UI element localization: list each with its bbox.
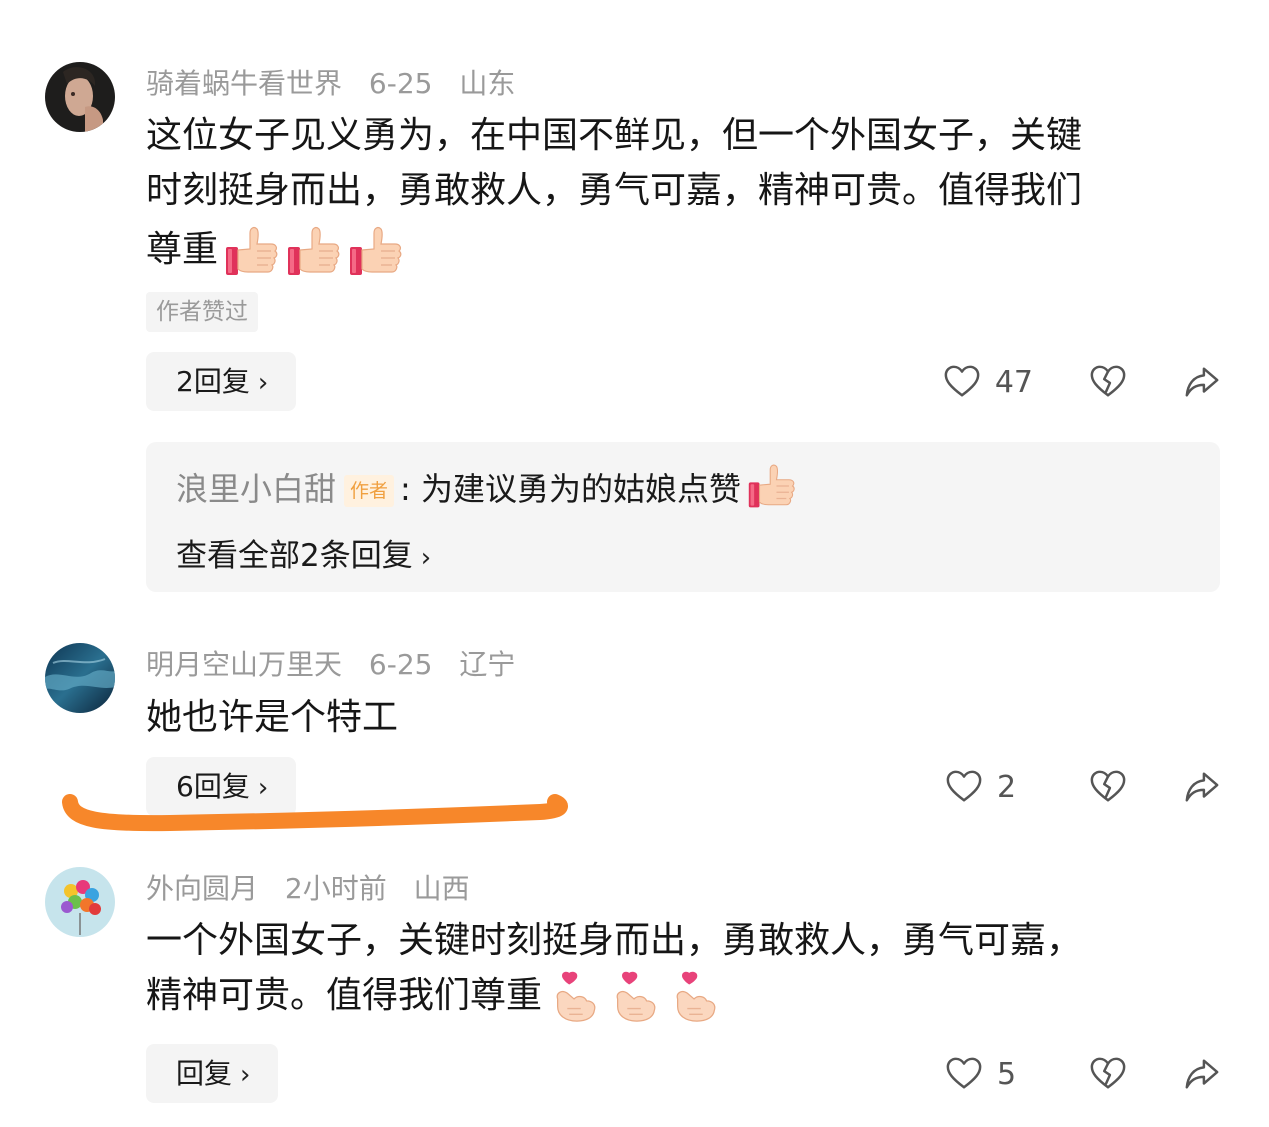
comment-text-line: 一个外国女子，关键时刻挺身而出，勇敢救人，勇气可嘉， — [146, 920, 1083, 961]
sub-reply-panel[interactable]: 浪里小白甜 作者: 为建议勇为的姑娘点赞 查看全部2条回复 › — [146, 442, 1220, 592]
thumbs-up-icon — [747, 461, 797, 511]
like-button[interactable]: 5 — [945, 1055, 1033, 1093]
view-all-replies-label: 查看全部2条回复 — [176, 538, 413, 574]
finger-heart-icon — [608, 970, 662, 1024]
comment-text-line: 她也许是个特工 — [146, 697, 399, 738]
heart-icon — [943, 363, 981, 401]
share-button[interactable] — [1183, 363, 1221, 401]
like-button[interactable]: 47 — [943, 363, 1033, 401]
like-count: 5 — [997, 1056, 1017, 1092]
avatar[interactable] — [45, 867, 115, 937]
comment-meta: 外向圆月 2小时前 山西 — [146, 867, 488, 907]
comment-location: 辽宁 — [459, 648, 516, 681]
comment-text-line: 尊重 — [146, 229, 219, 270]
heart-icon — [945, 768, 983, 806]
thumbs-up-icon — [348, 223, 404, 279]
reply-button[interactable]: 2回复 › — [146, 352, 297, 411]
comment-text-line: 精神可贵。值得我们尊重 — [146, 975, 543, 1016]
username[interactable]: 明月空山万里天 — [146, 648, 342, 681]
comment-meta: 骑着蜗牛看世界 6-25 山东 — [146, 62, 533, 102]
comment-actions: 47 — [943, 362, 1221, 402]
comment-text-line: 这位女子见义勇为，在中国不鲜见，但一个外国女子，关键 — [146, 115, 1083, 156]
comment-date: 2小时前 — [284, 872, 387, 905]
dislike-button[interactable] — [1089, 768, 1127, 806]
comment-actions: 5 — [945, 1054, 1221, 1094]
annotation-underline — [62, 794, 568, 832]
sub-reply-separator: : — [400, 470, 411, 508]
like-count: 47 — [994, 364, 1033, 400]
share-arrow-icon — [1183, 1055, 1221, 1093]
share-arrow-icon — [1183, 768, 1221, 806]
reply-button-label: 回复 — [176, 1057, 233, 1090]
comment-text-line: 时刻挺身而出，勇敢救人，勇气可嘉，精神可贵。值得我们 — [146, 170, 1083, 211]
comment-date: 6-25 — [368, 648, 433, 681]
share-button[interactable] — [1183, 1055, 1221, 1093]
broken-heart-icon — [1089, 768, 1127, 806]
thumbs-up-icon — [286, 223, 342, 279]
comment-location: 山西 — [413, 872, 470, 905]
comment-date: 6-25 — [368, 67, 433, 100]
broken-heart-icon — [1089, 1055, 1127, 1093]
chevron-right-icon: › — [240, 1060, 251, 1090]
avatar[interactable] — [45, 643, 115, 713]
sub-reply: 浪里小白甜 作者: 为建议勇为的姑娘点赞 — [176, 464, 797, 511]
reply-button-label: 2回复 — [176, 365, 250, 398]
avatar[interactable] — [45, 62, 115, 132]
username[interactable]: 骑着蜗牛看世界 — [146, 67, 342, 100]
heart-icon — [945, 1055, 983, 1093]
comment-text: 一个外国女子，关键时刻挺身而出，勇敢救人，勇气可嘉， 精神可贵。值得我们尊重 — [146, 913, 1206, 1024]
comment-actions: 2 — [945, 767, 1221, 807]
broken-heart-icon — [1089, 363, 1127, 401]
sub-reply-username[interactable]: 浪里小白甜 — [176, 470, 336, 508]
author-badge: 作者 — [344, 475, 395, 507]
like-count: 2 — [997, 769, 1017, 805]
view-all-replies-link[interactable]: 查看全部2条回复 › — [176, 530, 431, 575]
finger-heart-icon — [548, 970, 602, 1024]
comment-meta: 明月空山万里天 6-25 辽宁 — [146, 643, 533, 683]
comment-text: 这位女子见义勇为，在中国不鲜见，但一个外国女子，关键 时刻挺身而出，勇敢救人，勇… — [146, 108, 1206, 279]
username[interactable]: 外向圆月 — [146, 872, 258, 905]
thumbs-up-icon — [224, 223, 280, 279]
sub-reply-text: 为建议勇为的姑娘点赞 — [420, 470, 741, 508]
like-button[interactable]: 2 — [945, 768, 1033, 806]
reply-button[interactable]: 回复 › — [146, 1044, 279, 1103]
comment-text: 她也许是个特工 — [146, 690, 1206, 745]
share-arrow-icon — [1183, 363, 1221, 401]
chevron-right-icon: › — [420, 543, 432, 573]
author-liked-tag: 作者赞过 — [146, 292, 258, 332]
finger-heart-icon — [668, 970, 722, 1024]
dislike-button[interactable] — [1089, 1055, 1127, 1093]
chevron-right-icon: › — [257, 368, 269, 398]
dislike-button[interactable] — [1089, 363, 1127, 401]
comment-location: 山东 — [459, 67, 516, 100]
share-button[interactable] — [1183, 768, 1221, 806]
